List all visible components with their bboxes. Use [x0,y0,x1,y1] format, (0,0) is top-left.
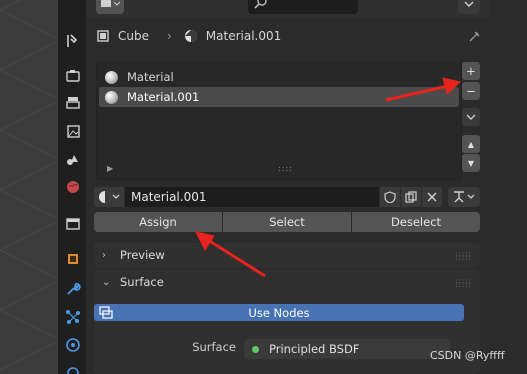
unlink-material-button[interactable] [422,187,442,207]
tab-physics[interactable] [62,334,84,356]
surface-panel-title: Surface [120,275,164,289]
image-icon [67,125,80,138]
assign-button[interactable]: Assign [94,212,222,232]
node-tree-icon [99,306,113,319]
tab-collection[interactable] [62,212,84,234]
edit-mode-assign-buttons: Assign Select Deselect [94,212,480,232]
breadcrumb-separator: › [166,29,172,43]
tab-constraints[interactable] [62,362,84,374]
panel-drag-grip[interactable]: :::::::::: [455,251,472,262]
particles-icon [66,310,80,324]
tab-object[interactable] [62,248,84,270]
tab-particles[interactable] [62,306,84,328]
breadcrumb: Cube › Material.001 [92,24,486,48]
material-slot-list[interactable]: Material Material.001 ▶ :::: [96,62,462,180]
slot-label: Material.001 [127,90,200,104]
viewport-3d[interactable] [0,0,58,374]
material-properties: Cube › Material.001 Material Material.00… [86,0,490,374]
editor-header [86,0,490,18]
browse-material-button[interactable] [94,187,124,207]
material-browse-icon [99,191,120,203]
surface-shader-field[interactable]: Principled BSDF [244,339,450,359]
material-name-field[interactable]: Material.001 [125,187,379,207]
constraint-icon [67,367,79,374]
material-datablock-row: Material.001 [94,187,490,207]
tab-modifiers[interactable] [62,278,84,300]
watermark: CSDN @Ryffff [430,349,505,362]
remove-slot-button[interactable]: − [462,82,480,100]
surface-panel-header[interactable]: ⌄ Surface [94,270,480,294]
viewport-grid [0,0,58,371]
editor-type-dropdown[interactable] [96,0,124,14]
box-icon [66,218,80,230]
material-icon [184,30,197,42]
camera-back-icon [66,70,80,82]
select-button[interactable]: Select [223,212,351,232]
scene-icon [67,155,78,165]
breadcrumb-object: Cube [118,29,149,43]
mesh-object-icon [97,30,109,42]
chevron-down-icon [464,1,474,7]
chevron-down-icon [466,114,476,120]
properties-tab-bar [58,0,86,374]
copy-icon [405,191,417,203]
fake-user-button[interactable] [380,187,400,207]
properties-editor: Cube › Material.001 Material Material.00… [58,0,490,374]
list-item[interactable]: Material.001 [99,87,459,107]
wrench-icon [67,283,81,295]
physics-icon [66,338,80,352]
duplicate-material-button[interactable] [401,187,421,207]
move-slot-down-button[interactable]: ▼ [462,154,480,172]
header-options-button[interactable] [458,0,480,14]
tab-render[interactable] [62,64,84,86]
breadcrumb-material: Material.001 [205,29,282,43]
search-icon [254,0,267,9]
material-preview-icon [105,70,118,84]
list-resize-grip[interactable]: :::: [278,164,293,173]
chevron-right-icon: › [102,249,106,261]
panel-drag-grip[interactable]: :::::::::: [455,278,472,289]
tool-icon [67,34,78,47]
chevron-down-icon: ⌄ [102,276,111,288]
node-link-button[interactable] [448,187,480,207]
shader-socket-icon [252,345,259,353]
tab-view-layer[interactable] [62,120,84,142]
tab-world[interactable] [62,176,84,198]
world-icon [67,181,79,193]
slot-specials-button[interactable] [462,108,480,126]
use-nodes-button[interactable]: Use Nodes [94,304,464,321]
use-nodes-label: Use Nodes [248,305,310,320]
printer-icon [66,97,80,109]
tab-tool[interactable] [62,30,84,52]
deselect-button[interactable]: Deselect [352,212,480,232]
object-square-icon [68,254,78,264]
move-slot-up-button[interactable]: ▲ [462,135,480,153]
right-region [490,0,527,374]
surface-shader-value: Principled BSDF [269,342,360,356]
preview-panel[interactable]: › Preview :::::::::: [94,243,480,267]
preview-panel-title: Preview [120,248,165,262]
shield-icon [384,191,396,203]
material-preview-icon [105,90,118,104]
slot-label: Material [127,70,174,84]
list-item[interactable]: Material [99,67,459,87]
surface-label: Surface [192,340,236,354]
pin-icon[interactable] [468,29,482,43]
editor-type-icon [101,0,120,7]
tab-output[interactable] [62,92,84,114]
tab-scene[interactable] [62,148,84,170]
search-input[interactable] [248,0,358,14]
close-icon [427,192,437,202]
list-filter-toggle-icon[interactable]: ▶ [107,164,113,173]
node-link-icon [454,191,475,203]
add-slot-button[interactable]: + [462,62,480,80]
